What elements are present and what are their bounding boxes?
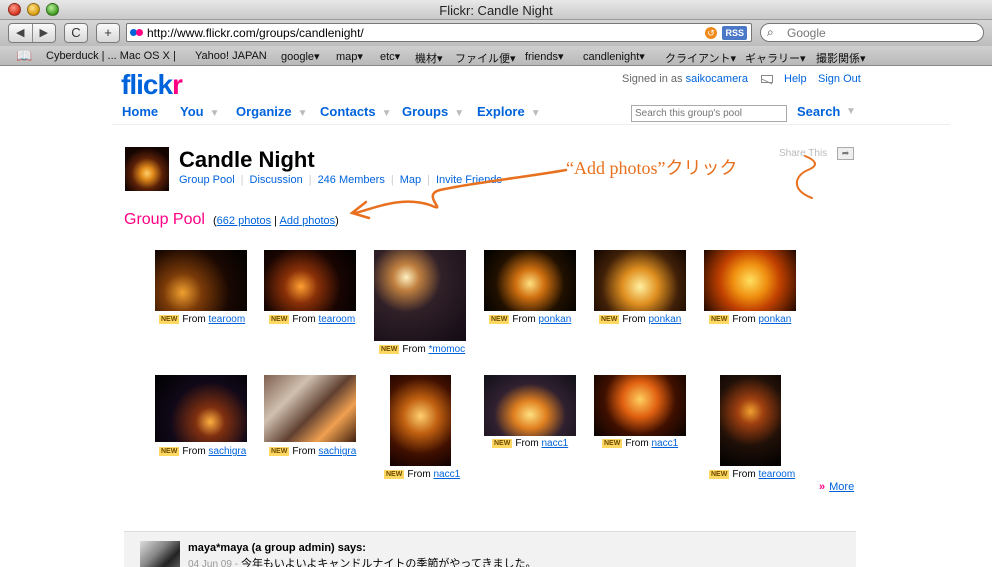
photo-caption: NEW From nacc1	[492, 438, 569, 449]
photo-author-link[interactable]: sachigra	[318, 446, 356, 457]
annotation-squiggle	[795, 155, 816, 199]
photo-thumbnail[interactable]	[155, 375, 247, 442]
photo-thumbnail[interactable]	[720, 375, 781, 466]
new-badge: NEW	[709, 469, 730, 479]
photo-caption: NEW From tearoom	[269, 314, 356, 325]
new-badge: NEW	[379, 344, 400, 354]
new-badge: NEW	[602, 438, 623, 448]
photo-author-link[interactable]: nacc1	[651, 438, 678, 449]
photo-thumbnail[interactable]	[704, 250, 796, 311]
new-badge: NEW	[269, 446, 290, 456]
discussion-preview: 04 Jun 09 - 今年もいよいよキャンドルナイトの季節がやってきました。	[188, 555, 537, 567]
more-link-container: » More	[819, 481, 854, 493]
photo-count-link[interactable]: 662 photos	[217, 215, 271, 227]
photo-thumbnail[interactable]	[484, 375, 576, 436]
photo-author-link[interactable]: *momoc	[428, 344, 465, 355]
photo-author-link[interactable]: ponkan	[758, 314, 791, 325]
photo-author-link[interactable]: nacc1	[433, 469, 460, 480]
photo-author-link[interactable]: sachigra	[208, 446, 246, 457]
add-photos-link[interactable]: Add photos	[279, 215, 335, 227]
photo-thumbnail[interactable]	[155, 250, 247, 311]
new-badge: NEW	[599, 314, 620, 324]
group-pool-heading: Group Pool	[124, 211, 205, 228]
photo-thumbnail[interactable]	[264, 250, 356, 311]
photo-caption: NEW From nacc1	[384, 469, 461, 480]
photo-thumbnail[interactable]	[484, 250, 576, 311]
photo-caption: NEW From sachigra	[159, 446, 247, 457]
photo-caption: NEW From tearoom	[159, 314, 246, 325]
photo-caption: NEW From sachigra	[269, 446, 357, 457]
photo-thumbnail[interactable]	[264, 375, 356, 442]
discussion-author: maya*maya (a group admin) says:	[188, 542, 366, 554]
photo-thumbnail[interactable]	[390, 375, 451, 466]
photo-thumbnail[interactable]	[594, 375, 686, 436]
new-badge: NEW	[269, 314, 290, 324]
photo-thumbnail[interactable]	[374, 250, 466, 341]
discussion-date: 04 Jun 09 -	[188, 559, 239, 567]
photo-author-link[interactable]: tearoom	[208, 314, 245, 325]
photo-caption: NEW From *momoc	[379, 344, 466, 355]
photo-thumbnail[interactable]	[594, 250, 686, 311]
photo-author-link[interactable]: ponkan	[648, 314, 681, 325]
photo-caption: NEW From ponkan	[599, 314, 682, 325]
new-badge: NEW	[384, 469, 405, 479]
annotation-arrow	[353, 168, 568, 215]
photo-author-link[interactable]: nacc1	[541, 438, 568, 449]
photo-caption: NEW From nacc1	[602, 438, 679, 449]
more-link[interactable]: More	[829, 481, 854, 493]
pool-meta: (662 photos | Add photos)	[213, 215, 339, 227]
double-chevron-icon: »	[819, 481, 826, 493]
avatar[interactable]	[140, 541, 180, 567]
photo-caption: NEW From tearoom	[709, 469, 796, 480]
photo-author-link[interactable]: tearoom	[758, 469, 795, 480]
new-badge: NEW	[159, 314, 180, 324]
photo-caption: NEW From ponkan	[489, 314, 572, 325]
photo-author-link[interactable]: ponkan	[538, 314, 571, 325]
new-badge: NEW	[159, 446, 180, 456]
new-badge: NEW	[709, 314, 730, 324]
photo-caption: NEW From ponkan	[709, 314, 792, 325]
new-badge: NEW	[492, 438, 513, 448]
new-badge: NEW	[489, 314, 510, 324]
discussion-text[interactable]: 今年もいよいよキャンドルナイトの季節がやってきました。	[241, 558, 536, 567]
photo-author-link[interactable]: tearoom	[318, 314, 355, 325]
